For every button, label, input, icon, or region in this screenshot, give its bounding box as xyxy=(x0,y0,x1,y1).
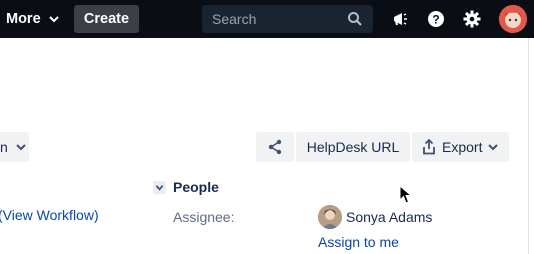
helpdesk-url-button[interactable]: HelpDesk URL xyxy=(296,132,410,162)
assign-to-me-link[interactable]: Assign to me xyxy=(318,234,399,250)
people-heading: People xyxy=(173,179,219,195)
status-dropdown-label: n xyxy=(0,139,8,155)
people-section-header[interactable]: People xyxy=(153,179,219,195)
view-workflow-link[interactable]: (View Workflow) xyxy=(0,207,99,223)
search-input[interactable]: Search xyxy=(202,5,373,33)
megaphone-icon[interactable] xyxy=(390,9,410,29)
mouse-pointer-icon xyxy=(399,185,413,204)
page-divider xyxy=(528,38,529,254)
share-icon xyxy=(268,139,282,155)
export-button[interactable]: Export xyxy=(412,132,509,162)
chevron-down-icon xyxy=(48,16,59,23)
settings-icon[interactable] xyxy=(462,9,482,29)
search-icon xyxy=(348,12,362,26)
user-avatar[interactable] xyxy=(499,5,527,33)
collapse-caret-icon[interactable] xyxy=(153,180,166,194)
assignee-avatar xyxy=(318,205,342,229)
export-label: Export xyxy=(442,139,483,155)
assignee-name[interactable]: Sonya Adams xyxy=(346,209,432,225)
chevron-down-icon xyxy=(16,144,26,151)
share-button[interactable] xyxy=(256,132,294,162)
export-icon xyxy=(423,139,435,155)
status-dropdown-button[interactable]: n xyxy=(0,132,29,162)
more-menu[interactable]: More xyxy=(6,0,59,38)
more-label: More xyxy=(6,11,41,27)
assignee-label: Assignee: xyxy=(173,209,235,225)
help-icon[interactable]: ? xyxy=(426,9,446,29)
create-button[interactable]: Create xyxy=(74,5,139,33)
chevron-down-icon xyxy=(488,144,499,151)
search-placeholder: Search xyxy=(212,11,257,27)
top-navigation-bar: More Create Search ? xyxy=(0,0,534,38)
svg-text:?: ? xyxy=(432,13,439,27)
